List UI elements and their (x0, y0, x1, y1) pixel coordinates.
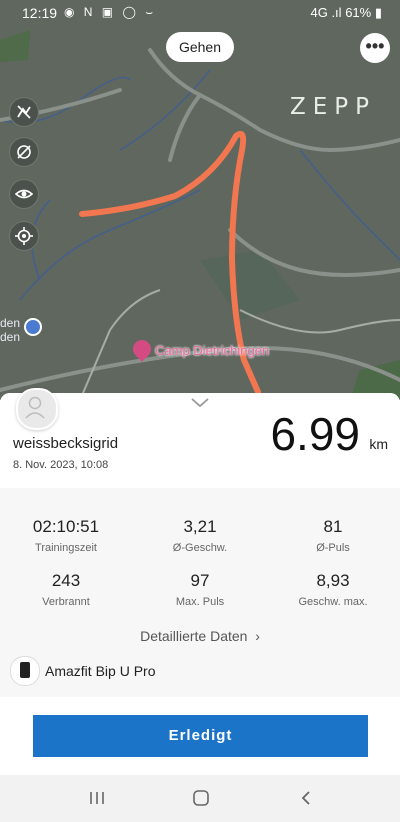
status-time: 12:19 (22, 5, 58, 21)
collapse-chevron-icon[interactable] (190, 397, 210, 409)
brand-logo: ZEPP (290, 94, 377, 120)
activity-type-pill[interactable]: Gehen (166, 32, 234, 62)
username: weissbecksigrid (13, 435, 119, 452)
more-options-button[interactable]: ••• (360, 33, 390, 63)
stat-avg-pulse: 81 Ø-Puls (268, 517, 398, 554)
distance-unit: km (369, 436, 388, 452)
layer-off-icon (17, 145, 31, 159)
status-right: 4G .ıl 61% ▮ (310, 5, 382, 21)
detailed-data-label: Detaillierte Daten (140, 628, 248, 644)
locate-button[interactable] (9, 221, 39, 251)
battery-level: 61% (345, 5, 372, 20)
poi-partial-label-1: den (0, 316, 21, 330)
map-poi-partial: den den (0, 316, 42, 344)
distance-value: 6.99 (270, 408, 360, 460)
stat-avg-speed: 3,21 Ø-Geschw. (135, 517, 265, 554)
locate-icon (15, 227, 33, 245)
done-button[interactable]: Erledigt (33, 715, 368, 757)
device-row[interactable]: Amazfit Bip U Pro (0, 651, 400, 697)
stat-value: 97 (190, 571, 210, 590)
detailed-data-link[interactable]: Detaillierte Daten › (0, 628, 400, 644)
avatar[interactable] (16, 388, 58, 430)
stat-value: 02:10:51 (32, 517, 100, 536)
recent-apps-icon[interactable] (89, 791, 105, 805)
system-nav-bar (0, 775, 400, 822)
summary-sheet: weissbecksigrid 8. Nov. 2023, 10:08 6.99… (0, 388, 400, 697)
stat-value: 8,93 (316, 571, 350, 590)
chevron-right-icon: › (251, 628, 260, 644)
stat-label: Ø-Puls (316, 542, 350, 554)
stat-label: Geschw. max. (298, 596, 368, 608)
signal-icon: 4G .ıl (310, 5, 342, 20)
stat-duration: 02:10:51 Trainingszeit (1, 517, 131, 554)
activity-date: 8. Nov. 2023, 10:08 (13, 459, 109, 471)
notification-icons: ◉ N ▣ ◯ ⌣ (64, 5, 157, 19)
status-bar: 12:19 ◉ N ▣ ◯ ⌣ 4G .ıl 61% ▮ (0, 0, 400, 26)
satellite-off-icon (17, 105, 31, 119)
eye-icon (15, 189, 33, 199)
summary-header: weissbecksigrid 8. Nov. 2023, 10:08 6.99… (0, 388, 400, 488)
stat-label: Ø-Geschw. (172, 542, 228, 554)
poi-marker-icon (24, 318, 42, 336)
bottom-action-bar: Erledigt (0, 697, 400, 775)
stat-label: Verbrannt (42, 596, 90, 608)
stat-label: Trainingszeit (35, 542, 97, 554)
poi-label: Camp Dietrichingen (155, 343, 270, 358)
battery-icon: ▮ (374, 5, 382, 20)
watch-icon (10, 656, 40, 686)
satellite-toggle-button[interactable] (9, 97, 39, 127)
home-icon[interactable] (192, 789, 210, 807)
stat-value: 3,21 (183, 517, 217, 536)
poi-partial-label-2: den (0, 330, 21, 344)
back-icon[interactable] (300, 790, 312, 806)
stat-label: Max. Puls (175, 596, 225, 608)
stat-max-pulse: 97 Max. Puls (135, 571, 265, 608)
stat-calories: 243 Verbrannt (1, 571, 131, 608)
layer-toggle-button[interactable] (9, 137, 39, 167)
activity-map[interactable]: 12:19 ◉ N ▣ ◯ ⌣ 4G .ıl 61% ▮ Gehen ••• Z… (0, 0, 400, 400)
visibility-button[interactable] (9, 179, 39, 209)
stat-value: 81 (323, 517, 343, 536)
device-name: Amazfit Bip U Pro (45, 663, 156, 679)
stat-max-speed: 8,93 Geschw. max. (268, 571, 398, 608)
stat-value: 243 (51, 571, 81, 590)
user-icon (25, 396, 45, 419)
